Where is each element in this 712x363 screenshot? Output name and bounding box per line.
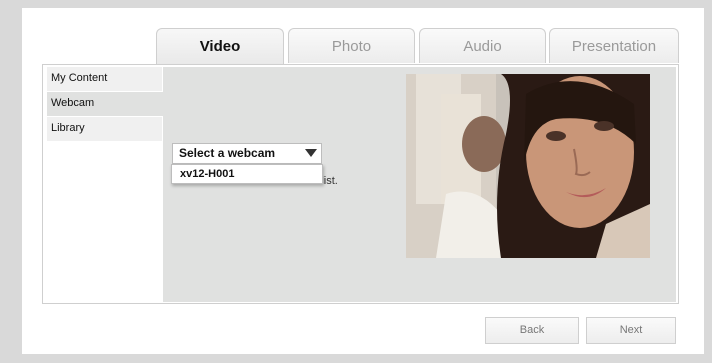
sidebar-item-library[interactable]: Library — [47, 117, 162, 141]
next-button[interactable]: Next — [586, 317, 676, 344]
sidebar-item-label: Webcam — [51, 97, 95, 109]
content-frame: My Content Webcam Library the list. Sele… — [42, 64, 679, 304]
tab-audio[interactable]: Audio — [419, 28, 546, 63]
next-button-label: Next — [619, 324, 643, 336]
chevron-down-icon — [305, 149, 317, 157]
webcam-preview — [406, 74, 650, 258]
media-dialog: Video Photo Audio Presentation My Conten… — [22, 8, 704, 354]
tab-audio-label: Audio — [463, 38, 502, 55]
sidebar-item-label: Library — [51, 122, 85, 134]
webcam-select[interactable]: Select a webcam — [172, 143, 322, 164]
webcam-video-feed-icon — [406, 74, 650, 258]
tab-video-label: Video — [199, 38, 241, 55]
sidebar-item-my-content[interactable]: My Content — [47, 67, 162, 91]
back-button-label: Back — [519, 324, 545, 336]
tab-photo[interactable]: Photo — [288, 28, 415, 63]
webcam-option-label: xv12-H001 — [180, 168, 235, 180]
back-button[interactable]: Back — [485, 317, 579, 344]
webcam-option[interactable]: xv12-H001 — [171, 164, 323, 184]
sidebar-item-label: My Content — [51, 72, 108, 84]
tab-presentation-label: Presentation — [571, 38, 657, 55]
tab-presentation[interactable]: Presentation — [549, 28, 679, 63]
tab-photo-label: Photo — [331, 38, 372, 55]
webcam-select-value: Select a webcam — [179, 146, 276, 160]
tab-video[interactable]: Video — [156, 28, 284, 64]
sidebar-item-webcam[interactable]: Webcam — [47, 92, 169, 116]
webcam-panel: the list. Select a webcam xv12-H001 — [163, 67, 676, 302]
